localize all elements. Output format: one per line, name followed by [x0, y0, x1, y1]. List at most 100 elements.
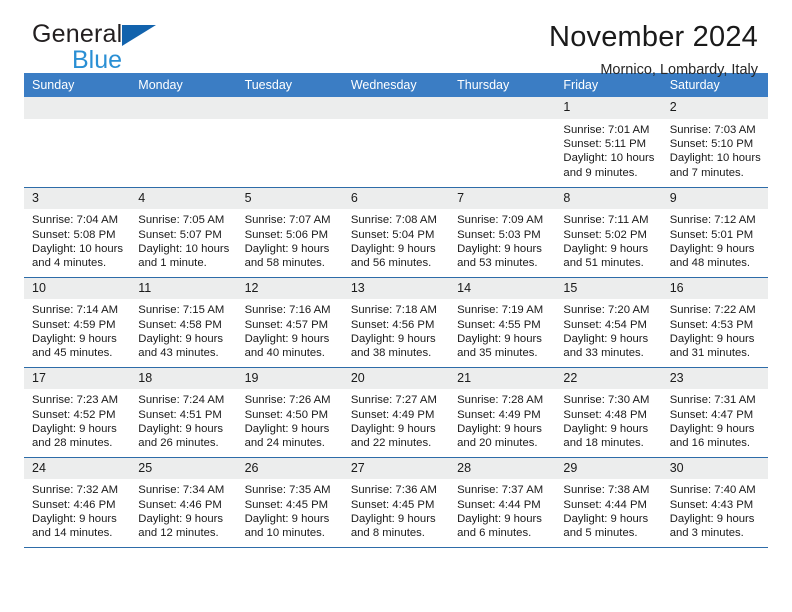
daylight-text: Daylight: 9 hours and 58 minutes. [244, 242, 330, 270]
calendar-day-cell[interactable]: 8 Sunrise: 7:11 AM Sunset: 5:02 PM Daylight… [555, 186, 662, 277]
sunrise-text: Sunrise: 7:08 AM [350, 214, 437, 227]
day-number: 24 [24, 457, 131, 480]
daylight-text: Daylight: 9 hours and 3 minutes. [669, 512, 755, 540]
calendar-day-cell[interactable]: 10 Sunrise: 7:14 AM Sunset: 4:59 PM Dayligh… [24, 276, 131, 367]
day-sun-info: Sunrise: 7:09 AM Sunset: 5:03 PM Daylight:… [449, 209, 555, 271]
sunset-text: Sunset: 4:50 PM [244, 408, 329, 421]
weekday-header-wednesday: Wednesday [342, 73, 450, 97]
day-sun-info: Sunrise: 7:22 AM Sunset: 4:53 PM Daylight:… [662, 299, 768, 361]
calendar-day-cell[interactable]: 28 Sunrise: 7:37 AM Sunset: 4:44 PM Dayligh… [449, 456, 556, 547]
calendar-day-cell[interactable]: 30 Sunrise: 7:40 AM Sunset: 4:43 PM Dayligh… [661, 456, 768, 547]
calendar-day-cell[interactable]: 27 Sunrise: 7:36 AM Sunset: 4:45 PM Dayligh… [342, 456, 450, 547]
sunset-text: Sunset: 4:43 PM [669, 498, 754, 511]
sunrise-text: Sunrise: 7:04 AM [32, 214, 119, 227]
calendar-day-cell[interactable]: 13 Sunrise: 7:18 AM Sunset: 4:56 PM Dayligh… [342, 276, 450, 367]
sunrise-text: Sunrise: 7:24 AM [138, 394, 225, 407]
sunset-text: Sunset: 4:47 PM [669, 408, 754, 421]
calendar-day-cell[interactable]: 24 Sunrise: 7:32 AM Sunset: 4:46 PM Dayligh… [24, 456, 131, 547]
day-sun-info: Sunrise: 7:34 AM Sunset: 4:46 PM Daylight:… [130, 479, 236, 541]
calendar-day-cell[interactable]: 25 Sunrise: 7:34 AM Sunset: 4:46 PM Dayligh… [130, 456, 237, 547]
day-sun-info: Sunrise: 7:32 AM Sunset: 4:46 PM Daylight:… [24, 479, 130, 541]
triangle-icon [122, 25, 157, 46]
sunrise-text: Sunrise: 7:20 AM [563, 304, 650, 317]
daylight-text: Daylight: 9 hours and 10 minutes. [244, 512, 330, 540]
day-number: 26 [236, 457, 343, 480]
calendar-day-cell[interactable]: 2 Sunrise: 7:03 AM Sunset: 5:10 PM Daylight… [661, 97, 768, 187]
sunset-text: Sunset: 4:44 PM [457, 498, 541, 511]
calendar-day-cell[interactable]: 26 Sunrise: 7:35 AM Sunset: 4:45 PM Dayligh… [236, 456, 343, 547]
calendar-day-cell[interactable]: 7 Sunrise: 7:09 AM Sunset: 5:03 PM Daylight… [449, 186, 556, 277]
sunset-text: Sunset: 4:45 PM [244, 498, 329, 511]
daylight-text: Daylight: 9 hours and 56 minutes. [350, 242, 436, 270]
day-number: 5 [236, 187, 343, 210]
day-sun-info: Sunrise: 7:19 AM Sunset: 4:55 PM Daylight:… [449, 299, 555, 361]
sunset-text: Sunset: 5:01 PM [669, 228, 754, 241]
calendar-day-cell[interactable]: 21 Sunrise: 7:28 AM Sunset: 4:49 PM Dayligh… [449, 366, 556, 457]
sunset-text: Sunset: 4:48 PM [563, 408, 647, 421]
calendar-day-cell[interactable]: 3 Sunrise: 7:04 AM Sunset: 5:08 PM Daylight… [24, 186, 131, 277]
daylight-text: Daylight: 9 hours and 16 minutes. [669, 422, 755, 450]
day-number: 19 [236, 367, 343, 390]
daylight-text: Daylight: 9 hours and 43 minutes. [138, 332, 224, 360]
calendar-day-cell-empty [449, 97, 556, 187]
calendar-day-cell[interactable]: 14 Sunrise: 7:19 AM Sunset: 4:55 PM Dayligh… [449, 276, 556, 367]
sunrise-text: Sunrise: 7:07 AM [244, 214, 331, 227]
daylight-text: Daylight: 9 hours and 45 minutes. [32, 332, 117, 360]
day-sun-info: Sunrise: 7:26 AM Sunset: 4:50 PM Daylight:… [237, 389, 343, 451]
calendar-day-cell[interactable]: 12 Sunrise: 7:16 AM Sunset: 4:57 PM Dayligh… [236, 276, 343, 367]
sunset-text: Sunset: 4:58 PM [138, 318, 222, 331]
weekday-header-sunday: Sunday [24, 73, 131, 97]
sunset-text: Sunset: 5:04 PM [350, 228, 435, 241]
sunset-text: Sunset: 4:49 PM [457, 408, 541, 421]
calendar-day-cell[interactable]: 19 Sunrise: 7:26 AM Sunset: 4:50 PM Dayligh… [236, 366, 343, 457]
calendar-day-cell[interactable]: 9 Sunrise: 7:12 AM Sunset: 5:01 PM Daylight… [661, 186, 768, 277]
day-sun-info: Sunrise: 7:03 AM Sunset: 5:10 PM Daylight:… [662, 119, 768, 181]
day-number: 9 [661, 187, 768, 210]
calendar-day-cell[interactable]: 17 Sunrise: 7:23 AM Sunset: 4:52 PM Dayligh… [24, 366, 131, 457]
day-number: 14 [449, 277, 556, 300]
sunset-text: Sunset: 5:06 PM [244, 228, 329, 241]
sunrise-text: Sunrise: 7:27 AM [350, 394, 437, 407]
daylight-text: Daylight: 9 hours and 12 minutes. [138, 512, 224, 540]
day-number: 17 [24, 367, 131, 390]
day-sun-info: Sunrise: 7:23 AM Sunset: 4:52 PM Daylight:… [24, 389, 130, 451]
day-number: 28 [449, 457, 556, 480]
calendar-day-cell[interactable]: 20 Sunrise: 7:27 AM Sunset: 4:49 PM Dayligh… [342, 366, 450, 457]
sunrise-text: Sunrise: 7:01 AM [563, 123, 650, 136]
calendar-day-cell[interactable]: 18 Sunrise: 7:24 AM Sunset: 4:51 PM Dayligh… [130, 366, 237, 457]
day-number: 16 [661, 277, 768, 300]
day-number: 3 [24, 187, 131, 210]
calendar-day-cell[interactable]: 22 Sunrise: 7:30 AM Sunset: 4:48 PM Dayligh… [555, 366, 662, 457]
day-number [342, 97, 450, 119]
calendar-day-cell[interactable]: 29 Sunrise: 7:38 AM Sunset: 4:44 PM Dayligh… [555, 456, 662, 547]
day-sun-info: Sunrise: 7:30 AM Sunset: 4:48 PM Daylight:… [555, 389, 661, 451]
sunrise-text: Sunrise: 7:18 AM [350, 304, 437, 317]
calendar-day-cell[interactable]: 15 Sunrise: 7:20 AM Sunset: 4:54 PM Dayligh… [555, 276, 662, 367]
day-sun-info: Sunrise: 7:04 AM Sunset: 5:08 PM Daylight:… [24, 209, 130, 271]
sunset-text: Sunset: 4:44 PM [563, 498, 647, 511]
daylight-text: Daylight: 9 hours and 31 minutes. [669, 332, 755, 360]
page-title: November 2024 [549, 21, 758, 53]
calendar-day-cell[interactable]: 6 Sunrise: 7:08 AM Sunset: 5:04 PM Daylight… [342, 186, 450, 277]
sunset-text: Sunset: 4:51 PM [138, 408, 222, 421]
calendar-day-cell-empty [342, 97, 450, 187]
day-number: 10 [24, 277, 131, 300]
calendar-day-cell[interactable]: 11 Sunrise: 7:15 AM Sunset: 4:58 PM Dayligh… [130, 276, 237, 367]
calendar-week-row: 24 Sunrise: 7:32 AM Sunset: 4:46 PM Dayligh… [24, 456, 768, 547]
daylight-text: Daylight: 9 hours and 6 minutes. [457, 512, 542, 540]
day-sun-info: Sunrise: 7:24 AM Sunset: 4:51 PM Daylight:… [130, 389, 236, 451]
calendar-day-cell[interactable]: 5 Sunrise: 7:07 AM Sunset: 5:06 PM Daylight… [236, 186, 343, 277]
brand-logo[interactable]: General Blue [24, 22, 157, 73]
calendar-day-cell[interactable]: 16 Sunrise: 7:22 AM Sunset: 4:53 PM Dayligh… [661, 276, 768, 367]
day-number: 13 [342, 277, 450, 300]
calendar-day-cell[interactable]: 23 Sunrise: 7:31 AM Sunset: 4:47 PM Dayligh… [661, 366, 768, 457]
daylight-text: Daylight: 9 hours and 26 minutes. [138, 422, 224, 450]
calendar-day-cell[interactable]: 4 Sunrise: 7:05 AM Sunset: 5:07 PM Daylight… [130, 186, 237, 277]
day-sun-info: Sunrise: 7:05 AM Sunset: 5:07 PM Daylight:… [130, 209, 236, 271]
sunset-text: Sunset: 5:11 PM [563, 138, 647, 151]
sunrise-text: Sunrise: 7:34 AM [138, 484, 225, 497]
daylight-text: Daylight: 9 hours and 28 minutes. [32, 422, 117, 450]
calendar-grid: Sunday Monday Tuesday Wednesday Thursday Frid… [24, 73, 768, 547]
day-number: 21 [449, 367, 556, 390]
calendar-day-cell[interactable]: 1 Sunrise: 7:01 AM Sunset: 5:11 PM Daylight… [555, 97, 662, 187]
